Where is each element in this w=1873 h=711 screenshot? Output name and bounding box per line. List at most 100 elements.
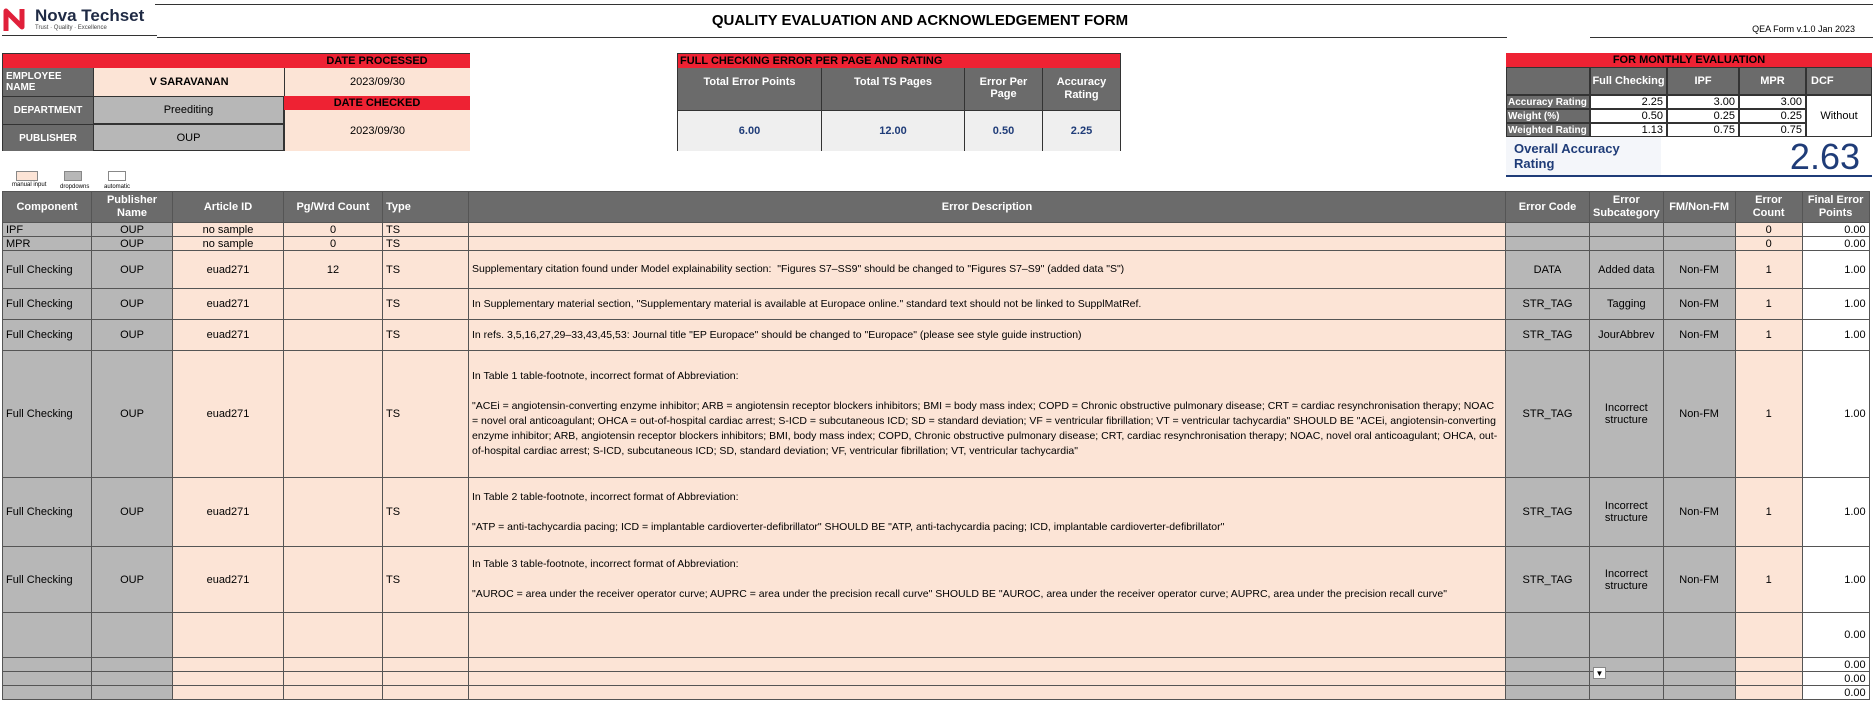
pg-count-cell[interactable] (283, 350, 383, 478)
error-count-cell[interactable] (1734, 657, 1803, 672)
error-subcategory-cell[interactable]: Added data (1589, 250, 1664, 289)
error-code-cell[interactable]: DATA (1505, 250, 1590, 289)
error-description-cell[interactable] (468, 671, 1506, 686)
fm-cell[interactable] (1662, 685, 1736, 700)
publisher-cell[interactable] (91, 612, 173, 658)
pg-count-cell[interactable]: 0 (283, 222, 383, 237)
type-cell[interactable] (382, 671, 469, 686)
component-cell[interactable] (2, 657, 92, 672)
article-id-cell[interactable] (172, 612, 284, 658)
publisher-cell[interactable]: OUP (91, 546, 173, 613)
error-count-cell[interactable]: 0 (1734, 236, 1803, 251)
fm-cell[interactable]: Non-FM (1662, 288, 1736, 320)
error-description-cell[interactable] (468, 236, 1506, 251)
error-subcategory-cell[interactable]: Incorrect structure (1589, 477, 1664, 547)
article-id-cell[interactable]: euad271 (172, 250, 284, 289)
publisher-cell[interactable]: OUP (91, 350, 173, 478)
error-count-cell[interactable]: 0 (1734, 222, 1803, 237)
error-count-cell[interactable]: 1 (1734, 288, 1803, 320)
employee-name-value[interactable]: V SARAVANAN (93, 68, 284, 96)
error-description-cell[interactable]: In Table 1 table-footnote, incorrect for… (468, 350, 1506, 478)
pg-count-cell[interactable]: 12 (283, 250, 383, 289)
component-cell[interactable]: IPF (2, 222, 92, 237)
department-dropdown[interactable]: Preediting (93, 96, 284, 124)
error-subcategory-cell[interactable] (1589, 685, 1664, 700)
error-count-cell[interactable]: 1 (1734, 546, 1803, 613)
article-id-cell[interactable] (172, 671, 284, 686)
error-description-cell[interactable] (468, 612, 1506, 658)
fm-cell[interactable]: Non-FM (1662, 319, 1736, 351)
error-subcategory-cell[interactable] (1589, 222, 1664, 237)
publisher-cell[interactable]: OUP (91, 236, 173, 251)
error-code-cell[interactable] (1505, 612, 1590, 658)
type-cell[interactable]: TS (382, 250, 469, 289)
error-count-cell[interactable]: 1 (1734, 250, 1803, 289)
pg-count-cell[interactable] (283, 612, 383, 658)
component-cell[interactable] (2, 612, 92, 658)
error-subcategory-cell[interactable]: JourAbbrev (1589, 319, 1664, 351)
error-subcategory-cell[interactable] (1589, 236, 1664, 251)
pg-count-cell[interactable]: 0 (283, 236, 383, 251)
publisher-cell[interactable]: OUP (91, 222, 173, 237)
error-description-cell[interactable] (468, 685, 1506, 700)
component-cell[interactable]: MPR (2, 236, 92, 251)
error-code-cell[interactable]: STR_TAG (1505, 546, 1590, 613)
fm-cell[interactable] (1662, 671, 1736, 686)
component-cell[interactable]: Full Checking (2, 288, 92, 320)
error-code-cell[interactable]: STR_TAG (1505, 288, 1590, 320)
article-id-cell[interactable]: euad271 (172, 319, 284, 351)
article-id-cell[interactable]: euad271 (172, 546, 284, 613)
error-code-cell[interactable] (1505, 671, 1590, 686)
error-description-cell[interactable]: In refs. 3,5,16,27,29–33,43,45,53: Journ… (468, 319, 1506, 351)
date-checked-value[interactable]: 2023/09/30 (284, 110, 470, 151)
error-subcategory-cell[interactable] (1589, 612, 1664, 658)
error-description-cell[interactable]: In Supplementary material section, "Supp… (468, 288, 1506, 320)
type-cell[interactable]: TS (382, 288, 469, 320)
publisher-cell[interactable]: OUP (91, 288, 173, 320)
fm-cell[interactable] (1662, 657, 1736, 672)
fm-cell[interactable]: Non-FM (1662, 477, 1736, 547)
publisher-cell[interactable]: OUP (91, 250, 173, 289)
component-cell[interactable]: Full Checking (2, 319, 92, 351)
type-cell[interactable]: TS (382, 477, 469, 547)
type-cell[interactable]: TS (382, 236, 469, 251)
fm-cell[interactable]: Non-FM (1662, 250, 1736, 289)
publisher-cell[interactable]: OUP (91, 477, 173, 547)
error-count-cell[interactable]: 1 (1734, 350, 1803, 478)
error-code-cell[interactable] (1505, 236, 1590, 251)
error-code-cell[interactable]: STR_TAG (1505, 319, 1590, 351)
fm-cell[interactable] (1662, 222, 1736, 237)
dropdown-arrow-icon[interactable]: ▼ (1593, 667, 1606, 679)
type-cell[interactable]: TS (382, 546, 469, 613)
error-description-cell[interactable]: In Table 3 table-footnote, incorrect for… (468, 546, 1506, 613)
publisher-cell[interactable]: OUP (91, 319, 173, 351)
article-id-cell[interactable]: no sample (172, 236, 284, 251)
type-cell[interactable]: TS (382, 350, 469, 478)
error-count-cell[interactable] (1734, 685, 1803, 700)
error-code-cell[interactable] (1505, 222, 1590, 237)
pg-count-cell[interactable] (283, 671, 383, 686)
fm-cell[interactable] (1662, 236, 1736, 251)
publisher-dropdown[interactable]: OUP (93, 124, 284, 151)
component-cell[interactable]: Full Checking (2, 350, 92, 478)
article-id-cell[interactable] (172, 685, 284, 700)
error-description-cell[interactable]: Supplementary citation found under Model… (468, 250, 1506, 289)
publisher-cell[interactable] (91, 671, 173, 686)
error-subcategory-cell[interactable]: Tagging (1589, 288, 1664, 320)
error-code-cell[interactable]: STR_TAG (1505, 477, 1590, 547)
type-cell[interactable] (382, 657, 469, 672)
error-code-cell[interactable]: STR_TAG (1505, 350, 1590, 478)
error-subcategory-cell[interactable]: Incorrect structure (1589, 546, 1664, 613)
pg-count-cell[interactable] (283, 546, 383, 613)
pg-count-cell[interactable] (283, 657, 383, 672)
error-count-cell[interactable]: 1 (1734, 319, 1803, 351)
type-cell[interactable]: TS (382, 222, 469, 237)
component-cell[interactable]: Full Checking (2, 477, 92, 547)
component-cell[interactable]: Full Checking (2, 250, 92, 289)
type-cell[interactable] (382, 685, 469, 700)
component-cell[interactable] (2, 685, 92, 700)
error-code-cell[interactable] (1505, 657, 1590, 672)
error-description-cell[interactable] (468, 222, 1506, 237)
fm-cell[interactable] (1662, 612, 1736, 658)
fm-cell[interactable]: Non-FM (1662, 350, 1736, 478)
